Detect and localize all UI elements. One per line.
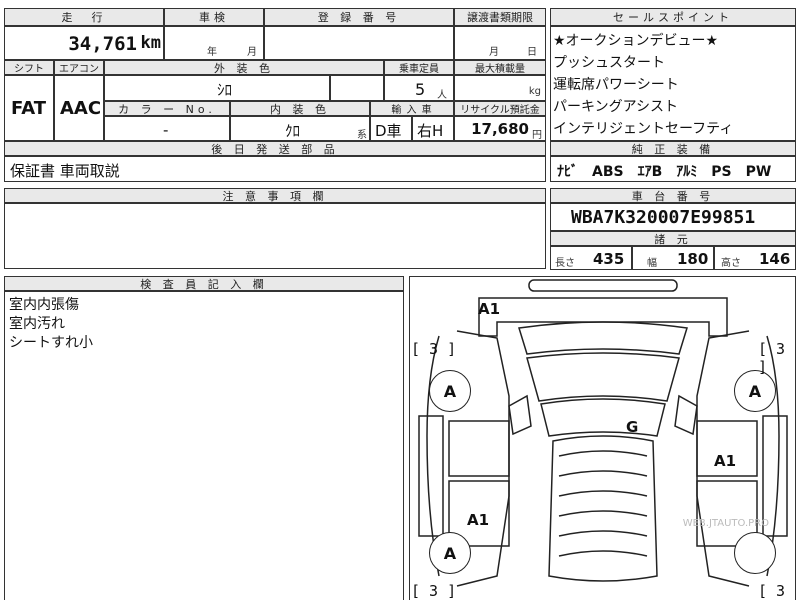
interior-value: ｸﾛ (285, 122, 301, 140)
recycle-header: リサイクル預託金 (454, 101, 546, 116)
damage-top: A1 (478, 300, 501, 318)
bracket-bottom-left: [ 3 ] (411, 582, 457, 600)
selling-points-cell: ★オークションデビュー★ プッシュスタート 運転席パワーシート パーキングアシス… (550, 26, 796, 141)
tire-front-right: A (734, 370, 776, 412)
transfer-header: 譲渡書類期限 (454, 8, 546, 26)
recycle-value: 17,680 (471, 120, 529, 138)
height-label: 高さ (721, 258, 741, 269)
recycle-cell: 17,680 円 (454, 116, 546, 141)
registration-header: 登 録 番 号 (264, 8, 454, 26)
inspector-cell: 室内内張傷 室内汚れ シートすれ小 (4, 291, 404, 600)
notes-header: 注 意 事 項 欄 (4, 188, 546, 203)
import-value-1: D車 (375, 122, 402, 140)
inspector-header: 検 査 員 記 入 欄 (4, 276, 404, 291)
tire-rear-right (734, 532, 776, 574)
length-value: 435 (593, 250, 625, 268)
color-no-header: カ ラ ー No. (104, 101, 230, 116)
chassis-value: WBA7K320007E99851 (571, 207, 756, 228)
selling-points-header: セールスポイント (550, 8, 796, 26)
width-cell: 幅 180 (632, 246, 714, 270)
exterior-cell: ｼﾛ (104, 75, 330, 101)
interior-header: 内 装 色 (230, 101, 370, 116)
import-header: 輸 入 車 (370, 101, 454, 116)
height-value: 146 (759, 250, 791, 268)
ac-value: AAC (60, 98, 102, 119)
load-unit: kg (528, 86, 541, 97)
later-parts-value: 保証書 車両取説 (10, 162, 120, 180)
width-label: 幅 (647, 258, 657, 269)
height-cell: 高さ 146 (714, 246, 796, 270)
selling-point-2: プッシュスタート (553, 55, 665, 71)
later-parts-cell: 保証書 車両取説 (4, 156, 546, 182)
inspector-line-3: シートすれ小 (9, 335, 93, 351)
shift-header: シフト (4, 60, 54, 75)
exterior-extra-cell (330, 75, 384, 101)
transfer-month-label: 月 (489, 47, 499, 58)
selling-point-3: 運転席パワーシート (553, 77, 679, 93)
length-cell: 長さ 435 (550, 246, 632, 270)
import-cell-2: 右H (412, 116, 454, 141)
notes-cell (4, 203, 546, 269)
selling-point-5: インテリジェントセーフティ (553, 121, 734, 137)
bracket-top-right: [ 3 ] (758, 340, 786, 376)
selling-point-1: ★オークションデビュー★ (553, 33, 719, 49)
shift-cell: FAT (4, 75, 54, 141)
capacity-header: 乗車定員 (384, 60, 454, 75)
damage-left-door: A1 (467, 511, 490, 529)
selling-point-4: パーキングアシスト (553, 99, 679, 115)
color-no-value: - (163, 121, 169, 139)
mileage-unit: km (140, 33, 161, 53)
length-label: 長さ (555, 258, 575, 269)
tire-rear-left: A (429, 532, 471, 574)
chassis-cell: WBA7K320007E99851 (550, 203, 796, 231)
capacity-unit: 人 (437, 90, 447, 101)
inspection-year-label: 年 (207, 47, 217, 58)
exterior-header: 外 装 色 (104, 60, 384, 75)
interior-unit: 系 (357, 130, 367, 141)
inspection-cell: 年 月 (164, 26, 264, 60)
load-header: 最大積載量 (454, 60, 546, 75)
inspector-line-2: 室内汚れ (9, 316, 65, 332)
equipment-header: 純 正 装 備 (550, 141, 796, 156)
shift-value: FAT (11, 98, 47, 119)
bracket-bottom-right: [ 3 ] (758, 582, 786, 600)
inspection-month-label: 月 (247, 47, 257, 58)
registration-cell (264, 26, 454, 60)
damage-right-door: A1 (714, 452, 737, 470)
interior-cell: ｸﾛ 系 (230, 116, 370, 141)
later-parts-header: 後 日 発 送 部 品 (4, 141, 546, 156)
mileage-value: 34,761 (68, 33, 137, 55)
inspector-line-1: 室内内張傷 (9, 297, 79, 313)
damage-roof: G (626, 418, 639, 436)
transfer-cell: 月 日 (454, 26, 546, 60)
equipment-value: ﾅﾋﾞ ABS ｴｱB ｱﾙﾐ PS PW (557, 164, 772, 180)
recycle-unit: 円 (532, 130, 542, 141)
equipment-cell: ﾅﾋﾞ ABS ｴｱB ｱﾙﾐ PS PW (550, 156, 796, 182)
capacity-value: 5 (415, 80, 426, 99)
color-no-cell: - (104, 116, 230, 141)
import-cell-1: D車 (370, 116, 412, 141)
transfer-day-label: 日 (527, 47, 537, 58)
ac-header: エアコン (54, 60, 104, 75)
import-value-2: 右H (417, 122, 444, 140)
exterior-value: ｼﾛ (217, 81, 233, 99)
mileage-header: 走 行 (4, 8, 164, 26)
tire-front-left: A (429, 370, 471, 412)
bracket-top-left: [ 3 ] (411, 340, 457, 358)
watermark: WEB.JTAUTO.PRO (683, 518, 769, 529)
inspection-header: 車検 (164, 8, 264, 26)
ac-cell: AAC (54, 75, 104, 141)
mileage-cell: 34,761 km (4, 26, 164, 60)
width-value: 180 (677, 250, 709, 268)
dimensions-header: 諸 元 (550, 231, 796, 246)
capacity-cell: 5 人 (384, 75, 454, 101)
load-cell: kg (454, 75, 546, 101)
chassis-header: 車 台 番 号 (550, 188, 796, 203)
